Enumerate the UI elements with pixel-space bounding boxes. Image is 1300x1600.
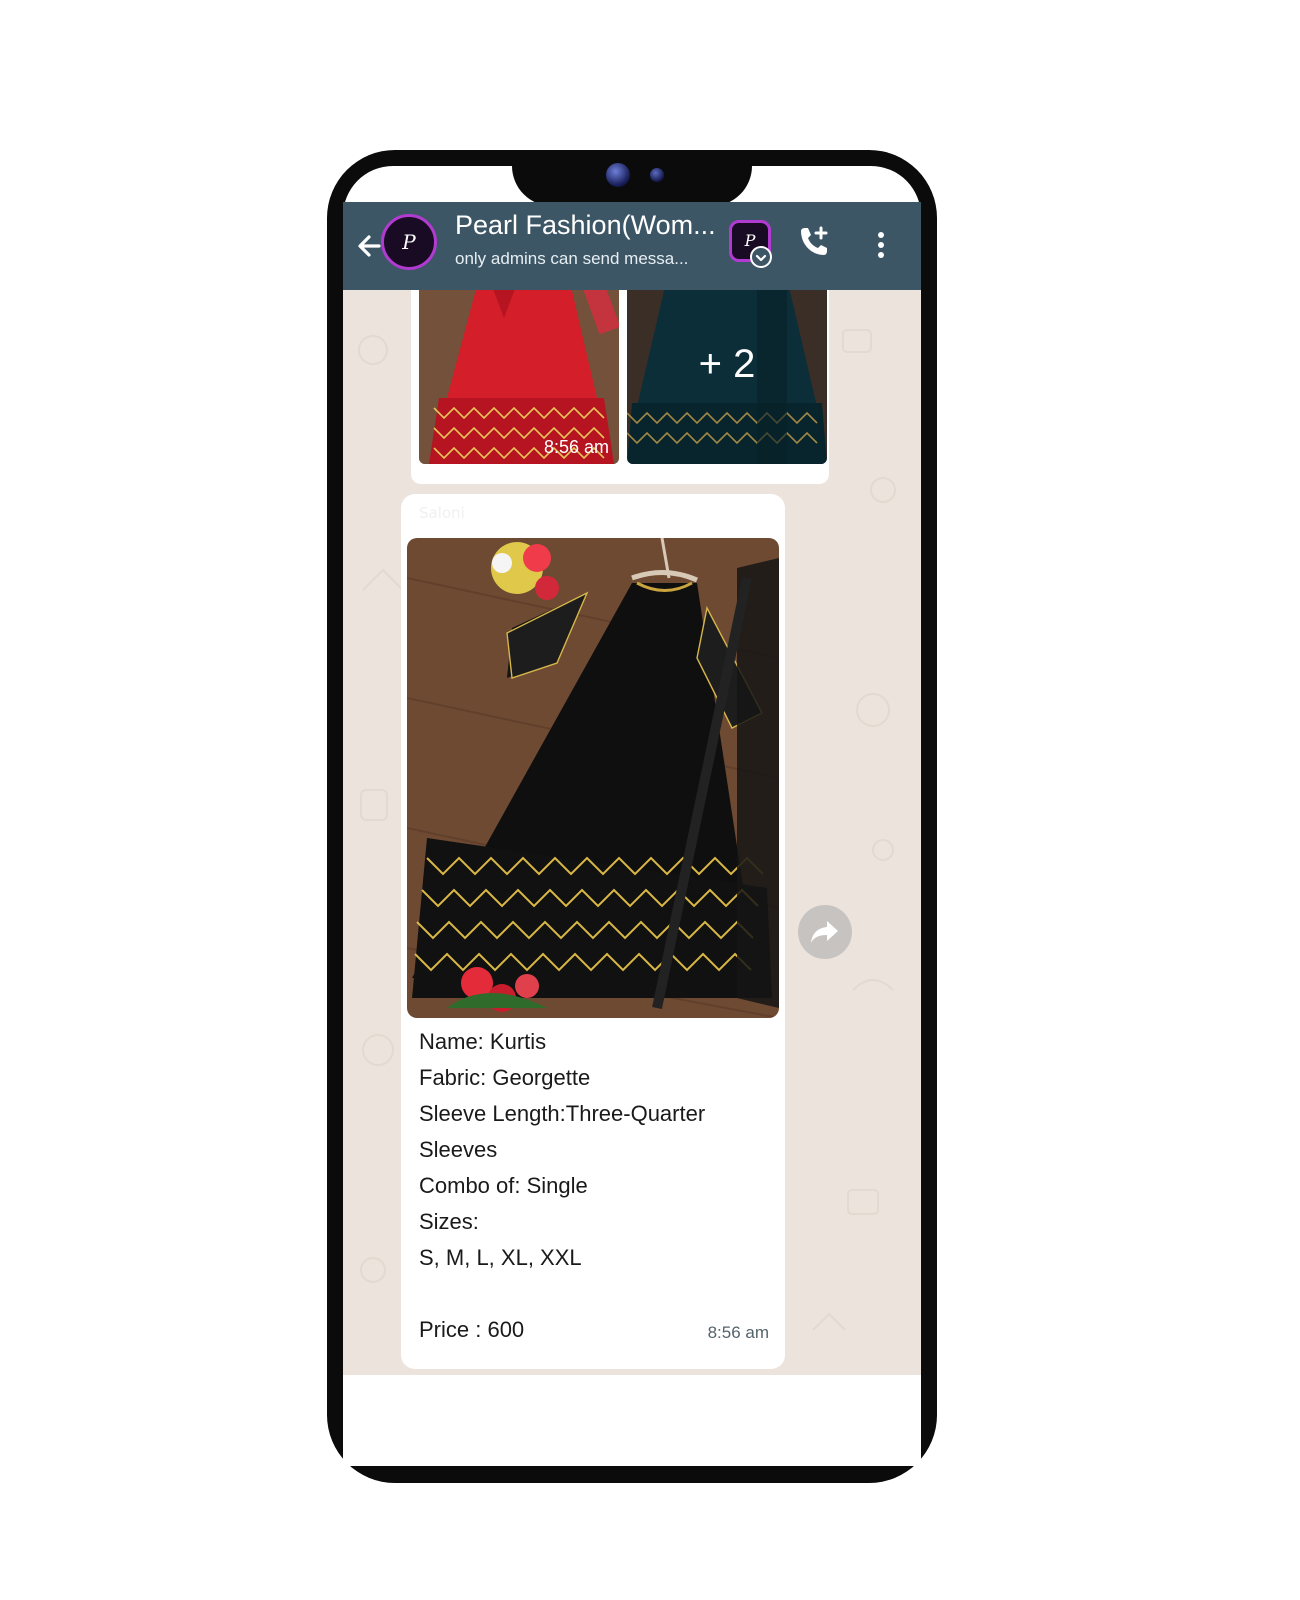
message-time: 8:56 am [707, 1323, 769, 1342]
front-camera [606, 163, 630, 187]
add-call-icon[interactable] [793, 222, 833, 262]
caption-line: Combo of: Single [419, 1173, 588, 1198]
bottom-area [343, 1375, 921, 1466]
chevron-down-icon [750, 246, 772, 268]
more-images-count: + 2 [698, 342, 756, 386]
caption-line: S, M, L, XL, XXL [419, 1245, 582, 1270]
product-message[interactable]: Saloni Name: Kurtis Fabric: Georgette Sl… [401, 494, 785, 1369]
caption-line: Sleeve Length:Three-Quarter [419, 1101, 706, 1126]
caption-line: Sizes: [419, 1209, 479, 1234]
chat-title[interactable]: Pearl Fashion(Wom... [455, 210, 716, 241]
caption-line: Sleeves [419, 1137, 498, 1162]
caption-line: Fabric: Georgette [419, 1065, 591, 1090]
more-vert-icon[interactable] [873, 224, 889, 264]
back-arrow-icon[interactable] [353, 230, 385, 262]
front-sensor [650, 168, 664, 182]
forward-icon[interactable] [798, 905, 852, 959]
phone-notch [512, 160, 752, 206]
gallery-image-teal-kurti[interactable]: + 2 [627, 290, 827, 464]
avatar-letter: P [402, 230, 416, 254]
group-avatar[interactable]: P [381, 214, 437, 270]
caption-line: Price : 600 [419, 1317, 525, 1342]
product-image-black-kurti[interactable] [407, 538, 779, 1018]
sender-name: Saloni [419, 504, 465, 522]
product-caption: Name: Kurtis Fabric: Georgette Sleeve Le… [419, 1024, 705, 1348]
caption-line [419, 1276, 705, 1312]
chat-header: P Pearl Fashion(Wom... only admins can s… [343, 202, 921, 290]
gallery-time: 8:56 am [543, 437, 609, 457]
chat-subtitle: only admins can send messa... [455, 249, 689, 268]
chat-area[interactable]: 8:56 am + 2 Saloni Name: Kurtis Fabric: … [343, 290, 921, 1375]
caption-line: Name: Kurtis [419, 1029, 547, 1054]
gallery-message[interactable]: 8:56 am + 2 [411, 290, 829, 484]
gallery-image-red-kurti[interactable]: 8:56 am [419, 290, 619, 464]
